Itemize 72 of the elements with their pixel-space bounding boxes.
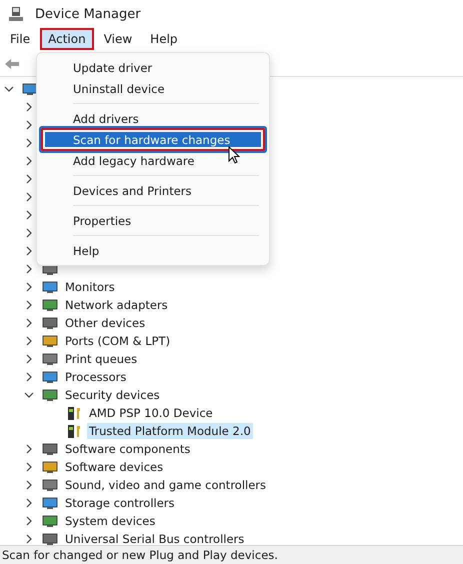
tree-item[interactable]: Universal Serial Bus controllers xyxy=(63,531,246,546)
menu-option[interactable]: Add drivers xyxy=(42,108,264,129)
chevron-right-icon[interactable] xyxy=(24,444,34,454)
tree-item[interactable]: Software devices xyxy=(63,459,166,475)
chevron-right-icon[interactable] xyxy=(24,246,34,256)
device-icon xyxy=(42,279,58,295)
chevron-right-icon[interactable] xyxy=(24,354,34,364)
tree-item[interactable]: Trusted Platform Module 2.0 xyxy=(87,423,253,439)
chip-key-icon xyxy=(66,405,82,421)
device-icon xyxy=(42,333,58,349)
device-icon xyxy=(42,315,58,331)
back-icon[interactable] xyxy=(4,56,20,72)
status-text: Scan for changed or new Plug and Play devices. xyxy=(2,548,278,562)
chevron-right-icon[interactable] xyxy=(24,228,34,238)
chevron-right-icon[interactable] xyxy=(24,534,34,544)
chevron-right-icon[interactable] xyxy=(24,174,34,184)
chevron-right-icon[interactable] xyxy=(24,192,34,202)
device-icon xyxy=(42,513,58,529)
menu-item[interactable]: File xyxy=(2,28,38,50)
chevron-right-icon[interactable] xyxy=(24,462,34,472)
menu-item[interactable]: View xyxy=(96,28,140,50)
device-icon xyxy=(42,351,58,367)
computer-icon xyxy=(8,6,24,22)
menu-option[interactable]: Uninstall device xyxy=(42,78,264,99)
tree-item[interactable]: Software components xyxy=(63,441,192,457)
menu-item[interactable]: Action xyxy=(40,28,94,50)
tree-item[interactable]: Monitors xyxy=(63,279,117,295)
tree-item[interactable]: Storage controllers xyxy=(63,495,177,511)
chevron-right-icon[interactable] xyxy=(24,282,34,292)
chevron-right-icon[interactable] xyxy=(24,336,34,346)
device-icon xyxy=(42,531,58,546)
chevron-right-icon[interactable] xyxy=(24,102,34,112)
chevron-down-icon[interactable] xyxy=(4,84,14,94)
tree-item[interactable]: System devices xyxy=(63,513,158,529)
menu-item[interactable]: Help xyxy=(142,28,186,50)
menu-option[interactable]: Update driver xyxy=(42,57,264,78)
tree-item[interactable]: Ports (COM & LPT) xyxy=(63,333,172,349)
chevron-right-icon[interactable] xyxy=(24,138,34,148)
chevron-right-icon[interactable] xyxy=(24,156,34,166)
menu-option[interactable]: Scan for hardware changes xyxy=(39,126,267,153)
cursor-icon xyxy=(228,146,240,164)
menu-option[interactable]: Help xyxy=(42,240,264,261)
chevron-right-icon[interactable] xyxy=(24,120,34,130)
tree-item[interactable]: Security devices xyxy=(63,387,162,403)
chevron-right-icon[interactable] xyxy=(24,480,34,490)
tree-item[interactable]: Processors xyxy=(63,369,128,385)
chevron-right-icon[interactable] xyxy=(24,516,34,526)
window-title: Device Manager xyxy=(35,6,141,22)
chip-key-icon xyxy=(66,423,82,439)
device-icon xyxy=(42,495,58,511)
device-icon xyxy=(42,387,58,403)
chevron-right-icon[interactable] xyxy=(24,210,34,220)
tree-item[interactable]: Other devices xyxy=(63,315,148,331)
tree-item[interactable]: Sound, video and game controllers xyxy=(63,477,268,493)
menu-option[interactable]: Devices and Printers xyxy=(42,180,264,201)
device-icon xyxy=(42,297,58,313)
chevron-down-icon[interactable] xyxy=(24,390,34,400)
tree-item[interactable]: Print queues xyxy=(63,351,140,367)
menu-option[interactable]: Add legacy hardware xyxy=(42,150,264,171)
chevron-right-icon[interactable] xyxy=(24,498,34,508)
device-icon xyxy=(42,441,58,457)
device-icon xyxy=(22,81,38,97)
tree-item[interactable]: Network adapters xyxy=(63,297,170,313)
device-icon xyxy=(42,459,58,475)
chevron-right-icon[interactable] xyxy=(24,372,34,382)
chevron-right-icon[interactable] xyxy=(24,264,34,274)
device-icon xyxy=(42,477,58,493)
menu-option[interactable]: Properties xyxy=(42,210,264,231)
chevron-right-icon[interactable] xyxy=(24,300,34,310)
chevron-right-icon[interactable] xyxy=(24,318,34,328)
tree-item[interactable]: AMD PSP 10.0 Device xyxy=(87,405,215,421)
device-icon xyxy=(42,369,58,385)
